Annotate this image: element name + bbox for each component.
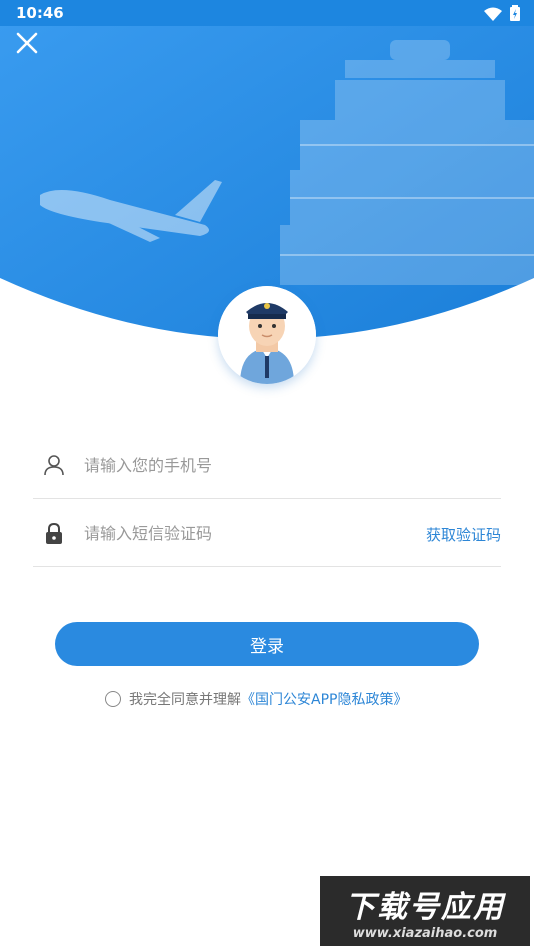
privacy-policy-link[interactable]: 《国门公安APP隐私政策》 — [241, 689, 407, 709]
phone-field-row — [33, 432, 501, 499]
agreement-row: 我完全同意并理解 《国门公安APP隐私政策》 — [105, 689, 407, 709]
watermark-title: 下载号应用 — [345, 889, 505, 925]
phone-input[interactable] — [82, 448, 386, 482]
battery-icon — [510, 5, 520, 25]
lock-icon — [43, 522, 65, 544]
close-icon — [16, 32, 38, 54]
sms-field-row: 获取验证码 — [33, 500, 501, 567]
avatar — [218, 286, 316, 384]
login-button[interactable]: 登录 — [55, 622, 479, 666]
status-time: 10:46 — [16, 4, 64, 22]
user-icon — [43, 454, 65, 476]
watermark-url: www.xiazaihao.com — [352, 925, 498, 941]
get-code-button[interactable]: 获取验证码 — [426, 524, 501, 545]
watermark-logo: 下载号应用 www.xiazaihao.com — [320, 876, 530, 946]
close-button[interactable] — [14, 30, 40, 56]
agreement-checkbox[interactable] — [105, 691, 121, 707]
status-bar: 10:46 — [0, 0, 534, 26]
police-officer-avatar-icon — [218, 286, 316, 384]
sms-code-input[interactable] — [82, 516, 386, 550]
wifi-icon — [484, 6, 502, 25]
agreement-text: 我完全同意并理解 — [129, 692, 241, 708]
